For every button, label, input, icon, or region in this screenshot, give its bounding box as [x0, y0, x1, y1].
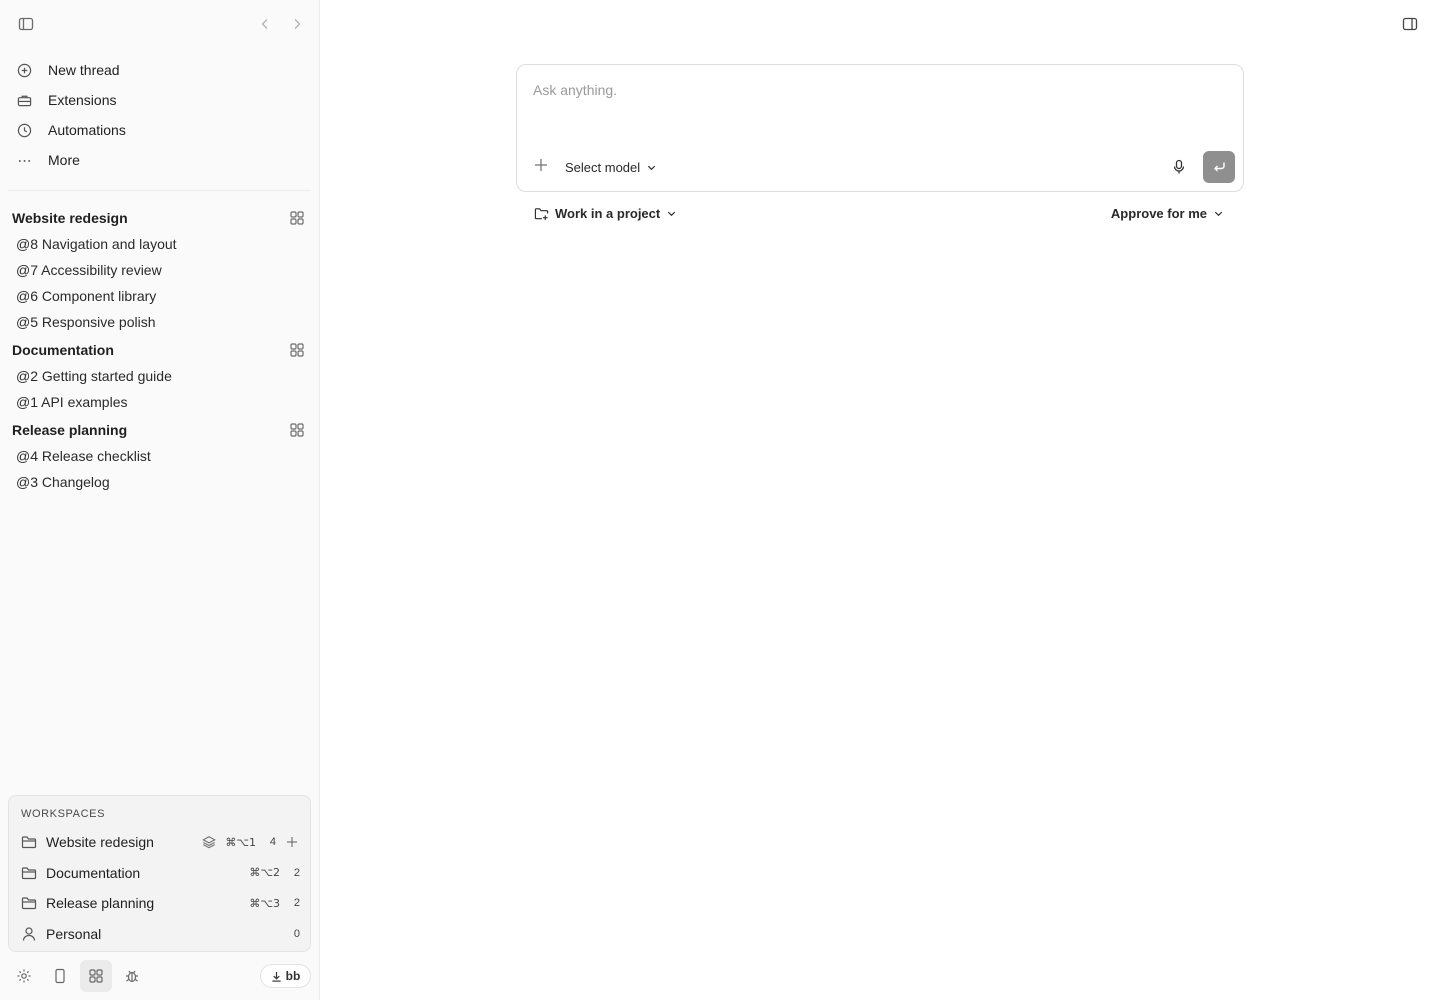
- workspace-name: Release planning: [46, 895, 155, 912]
- chevron-down-icon: [646, 162, 657, 173]
- group-title: Website redesign: [12, 210, 128, 226]
- toolbox-icon: [16, 92, 32, 108]
- workspace-shortcut: ⌘⌥3: [249, 896, 280, 910]
- send-button[interactable]: [1203, 151, 1235, 183]
- grid-icon[interactable]: [289, 210, 305, 226]
- folder-icon: [21, 865, 37, 881]
- workspace-name: Website redesign: [46, 834, 154, 851]
- sidebar-divider: [8, 190, 311, 191]
- group-header-documentation[interactable]: Documentation: [0, 337, 319, 363]
- workspace-shortcut: ⌘⌥2: [249, 866, 280, 880]
- bug-icon[interactable]: [116, 960, 148, 992]
- workspace-name: Documentation: [46, 864, 141, 881]
- sidebar-toggle-icon[interactable]: [14, 12, 38, 36]
- layers-icon[interactable]: [201, 834, 217, 850]
- nav-item-more[interactable]: More: [8, 145, 311, 175]
- workspace-shortcut: ⌘⌥1: [225, 835, 256, 849]
- sidebar: New thread Extensions Automations More W…: [0, 0, 320, 1000]
- approval-mode-label: Approve for me: [1110, 205, 1207, 221]
- back-chevron-icon[interactable]: [253, 12, 277, 36]
- group-title: Release planning: [12, 422, 128, 438]
- work-in-project-label: Work in a project: [555, 205, 661, 221]
- approval-mode-dropdown[interactable]: Approve for me: [1111, 202, 1224, 224]
- chevron-down-icon: [1213, 208, 1224, 219]
- workspace-meta: ⌘⌥3 2: [249, 897, 300, 910]
- forward-chevron-icon[interactable]: [285, 12, 309, 36]
- sidebar-footer: bb: [0, 960, 319, 992]
- composer: Select model: [516, 64, 1244, 192]
- workspace-row-website-redesign[interactable]: Website redesign ⌘⌥1 4: [9, 827, 310, 858]
- thread-item[interactable]: @5 Responsive polish: [0, 309, 319, 335]
- workspaces-title: WORKSPACES: [21, 808, 106, 820]
- select-model-label: Select model: [565, 159, 641, 175]
- ask-input[interactable]: [533, 79, 1223, 101]
- workspace-row-personal[interactable]: Personal 0: [9, 919, 310, 950]
- workspace-name: Personal: [46, 925, 102, 942]
- thread-item[interactable]: @7 Accessibility review: [0, 257, 319, 283]
- chevron-down-icon: [666, 208, 677, 219]
- sidebar-header: [0, 0, 319, 48]
- workspace-count: 2: [293, 866, 300, 879]
- workspaces-panel: WORKSPACES Website redesign ⌘⌥1 4 Docume…: [8, 795, 311, 952]
- workspace-count: 2: [293, 897, 300, 910]
- clock-icon: [16, 122, 32, 138]
- workspace-meta: ⌘⌥2 2: [249, 866, 300, 879]
- composer-options: Work in a project Approve for me: [516, 202, 1244, 224]
- thread-groups: Website redesign @8 Navigation and layou…: [0, 205, 319, 495]
- thread-item[interactable]: @3 Changelog: [0, 469, 319, 495]
- mobile-device-icon[interactable]: [44, 960, 76, 992]
- nav-item-new-thread[interactable]: New thread: [8, 55, 311, 85]
- send-return-icon: [1211, 159, 1227, 175]
- settings-gear-icon[interactable]: [8, 960, 40, 992]
- grid-icon[interactable]: [289, 422, 305, 438]
- workspaces-list: Website redesign ⌘⌥1 4 Documentation ⌘⌥2…: [9, 827, 310, 949]
- workspace-count: 0: [293, 927, 300, 940]
- nav-item-label: New thread: [48, 62, 120, 78]
- group-title: Documentation: [12, 342, 114, 358]
- nav-item-label: Extensions: [48, 92, 117, 108]
- thread-item[interactable]: @2 Getting started guide: [0, 363, 319, 389]
- workspace-row-documentation[interactable]: Documentation ⌘⌥2 2: [9, 858, 310, 889]
- workspace-meta: 0: [280, 928, 300, 940]
- nav-item-extensions[interactable]: Extensions: [8, 85, 311, 115]
- work-in-project-dropdown[interactable]: Work in a project: [534, 202, 677, 224]
- add-attachment-plus-icon[interactable]: [531, 155, 551, 175]
- grid-icon[interactable]: [289, 342, 305, 358]
- select-model-dropdown[interactable]: Select model: [565, 157, 657, 177]
- folder-plus-icon: [534, 206, 549, 221]
- workspace-meta: ⌘⌥1 4: [201, 834, 300, 850]
- thread-item[interactable]: @8 Navigation and layout: [0, 231, 319, 257]
- apps-grid-icon[interactable]: [80, 960, 112, 992]
- group-header-release-planning[interactable]: Release planning: [0, 417, 319, 443]
- ellipsis-icon: [16, 152, 32, 168]
- workspace-row-release-planning[interactable]: Release planning ⌘⌥3 2: [9, 888, 310, 919]
- person-icon: [21, 926, 37, 942]
- workspace-count: 4: [269, 836, 276, 849]
- thread-item[interactable]: @6 Component library: [0, 283, 319, 309]
- nav-item-label: More: [48, 152, 80, 168]
- download-icon: [271, 971, 282, 982]
- folder-icon: [21, 834, 37, 850]
- download-label: bb: [285, 969, 301, 983]
- group-header-website-redesign[interactable]: Website redesign: [0, 205, 319, 231]
- primary-nav: New thread Extensions Automations More: [8, 55, 311, 175]
- microphone-icon[interactable]: [1169, 157, 1189, 177]
- right-panel-toggle-icon[interactable]: [1398, 12, 1422, 36]
- download-button[interactable]: bb: [260, 964, 311, 988]
- nav-item-automations[interactable]: Automations: [8, 115, 311, 145]
- nav-item-label: Automations: [48, 122, 126, 138]
- thread-item[interactable]: @4 Release checklist: [0, 443, 319, 469]
- thread-item[interactable]: @1 API examples: [0, 389, 319, 415]
- plus-circle-icon: [16, 62, 32, 78]
- folder-icon: [21, 895, 37, 911]
- sparkle-icon[interactable]: [284, 834, 300, 850]
- main-area: Select model Work in a project Approve f…: [320, 0, 1440, 1000]
